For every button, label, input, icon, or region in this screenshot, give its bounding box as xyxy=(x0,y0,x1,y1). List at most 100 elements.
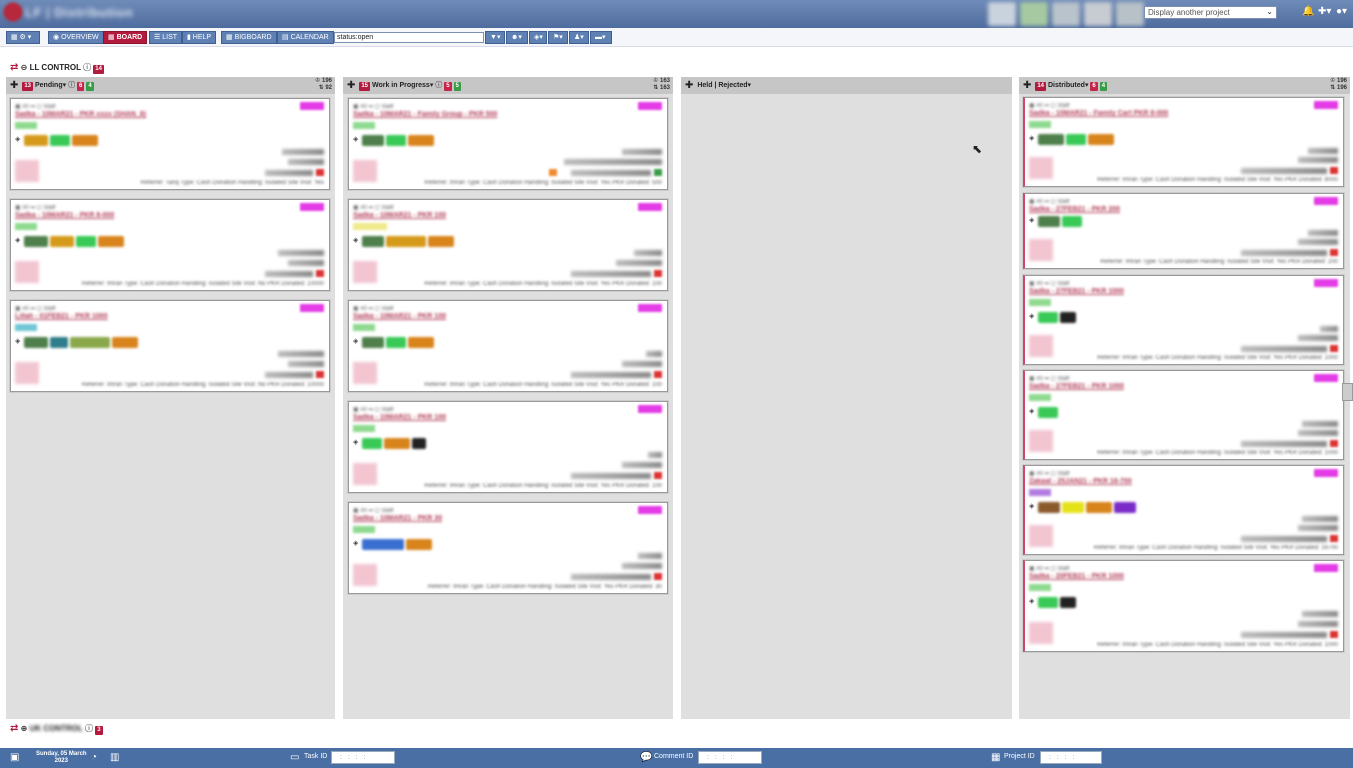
info-icon[interactable]: ⓘ xyxy=(85,724,93,733)
card-title[interactable]: Sadka - 10MAR21 - Family Group - PKR 500 xyxy=(353,111,497,118)
card-progress xyxy=(1241,441,1327,447)
card-title[interactable]: Sadka - 20FEB21 - PKR 1000 xyxy=(1029,573,1124,580)
tag-chip xyxy=(1060,597,1077,608)
dashboard-icon[interactable]: ◔ xyxy=(91,752,97,763)
folder-filter-button[interactable]: ▬▾ xyxy=(590,31,612,44)
task-card[interactable]: ▣ #0 ▪▪ ◻ Staff Sadka - 10MAR21 - PKR 10… xyxy=(348,199,668,291)
card-title[interactable]: Sadka - 10MAR21 - PKR 100 xyxy=(353,313,446,320)
card-title[interactable]: Sadka - 27FEB21 - PKR 200 xyxy=(1029,206,1120,213)
app-logo-icon[interactable] xyxy=(4,3,22,21)
task-id-input[interactable]: : : : : xyxy=(331,751,395,764)
card-assignee xyxy=(638,553,662,559)
project-thumbnail[interactable] xyxy=(1052,2,1080,26)
project-select[interactable]: Display another project ⌄ xyxy=(1144,6,1277,19)
task-card[interactable]: ▣ #0 ▪▪ ◻ Staff Sadka - 27FEB21 - PKR 10… xyxy=(1023,275,1344,365)
swap-icon[interactable]: ⇄ xyxy=(10,723,18,734)
project-thumbnail[interactable] xyxy=(1084,2,1112,26)
card-title[interactable]: Sadka - 10MAR21 - Family Cart PKR 8-000 xyxy=(1029,110,1168,117)
add-card-icon[interactable]: ✚ xyxy=(347,80,355,91)
column-title[interactable]: Held | Rejected xyxy=(697,82,747,89)
priority-label xyxy=(1314,197,1338,205)
project-thumbnail[interactable] xyxy=(1116,2,1144,26)
board-button[interactable]: ▦ BOARD xyxy=(103,31,148,44)
add-card-icon[interactable]: ✚ xyxy=(1023,80,1031,91)
info-icon[interactable]: ⓘ xyxy=(83,63,91,72)
card-title[interactable]: Sadka - 10MAR21 - PKR xxxx (SHAN_8) xyxy=(15,111,146,118)
project-thumbnail[interactable] xyxy=(988,2,1016,26)
column-title[interactable]: Work in Progress xyxy=(372,82,430,89)
card-title[interactable]: Sadka - 27FEB21 - PKR 1000 xyxy=(1029,288,1124,295)
card-assignee xyxy=(278,351,324,357)
flag-filter-button[interactable]: ⚑▾ xyxy=(548,31,568,44)
bigboard-button[interactable]: ▦ BIGBOARD xyxy=(221,31,277,44)
swimlane-title: UK CONTROL xyxy=(29,724,83,733)
swimlane-header[interactable]: ⇄ ⊕ UK CONTROL ⓘ 3 xyxy=(10,723,103,737)
card-title[interactable]: Sadka - 10MAR21 - PKR 30 xyxy=(353,515,442,522)
add-card-icon[interactable]: ✚ xyxy=(685,80,693,91)
task-card[interactable]: ▣ #0 ▪▪ ◻ Staff Sadka - 10MAR21 - PKR xx… xyxy=(10,98,330,190)
task-icon: ▭ xyxy=(290,752,300,763)
info-icon[interactable]: ⓘ xyxy=(68,82,75,89)
card-title[interactable]: Sadka - 27FEB21 - PKR 1000 xyxy=(1029,383,1124,390)
task-card[interactable]: ▣ #0 ▪▪ ◻ Staff Sadka - 10MAR21 - PKR 10… xyxy=(348,401,668,493)
card-tags: ◈ xyxy=(353,438,427,449)
card-title[interactable]: Lillah - 01FEB21 - PKR 1000 xyxy=(15,313,108,320)
task-card[interactable]: ▣ #0 ▪▪ ◻ Staff Zakaat - 25JAN21 - PKR 1… xyxy=(1023,465,1344,555)
tag-filter-button[interactable]: ◈▾ xyxy=(529,31,547,44)
task-card[interactable]: ▣ #0 ▪▪ ◻ Staff Sadka - 10MAR21 - PKR 30… xyxy=(348,502,668,594)
person-filter-button[interactable]: ♟▾ xyxy=(569,31,589,44)
expand-icon[interactable]: ⊕ xyxy=(21,724,28,733)
book-icon[interactable]: ▥ xyxy=(110,752,119,763)
comment-count-badge xyxy=(1330,535,1338,542)
chevron-down-icon[interactable]: ▾ xyxy=(748,82,752,89)
column-title[interactable]: Pending xyxy=(35,82,63,89)
users-filter-button[interactable]: ☻▾ xyxy=(506,31,528,44)
plus-icon[interactable]: ✚▾ xyxy=(1318,6,1331,17)
help-button[interactable]: ▮ HELP xyxy=(182,31,217,44)
swimlane-header[interactable]: ⇄ ⊖ LL CONTROL ⓘ 14 xyxy=(10,62,104,76)
task-card[interactable]: ▣ #0 ▪▪ ◻ Staff Sadka - 27FEB21 - PKR 10… xyxy=(1023,370,1344,460)
scrollbar-handle[interactable] xyxy=(1342,383,1353,401)
card-thumbnail xyxy=(15,160,39,182)
card-title[interactable]: Zakaat - 25JAN21 - PKR 16-700 xyxy=(1029,478,1132,485)
task-card[interactable]: ▣ #0 ▪▪ ◻ Staff Lillah - 01FEB21 - PKR 1… xyxy=(10,300,330,392)
task-card[interactable]: ▣ #0 ▪▪ ◻ Staff Sadka - 10MAR21 - PKR 10… xyxy=(348,300,668,392)
priority-label xyxy=(638,304,662,312)
card-progress xyxy=(265,170,313,176)
swap-icon[interactable]: ⇄ xyxy=(10,62,18,73)
column-title[interactable]: Distributed xyxy=(1048,82,1085,89)
task-card[interactable]: ▣ #0 ▪▪ ◻ Staff Sadka - 10MAR21 - Family… xyxy=(1023,97,1344,187)
calendar-button[interactable]: ▤ CALENDAR xyxy=(277,31,334,44)
task-card[interactable]: ▣ #0 ▪▪ ◻ Staff Sadka - 27FEB21 - PKR 20… xyxy=(1023,193,1344,269)
card-thumbnail xyxy=(15,362,39,384)
column-stats: ♔ 196 ⇅ 196 xyxy=(1329,78,1347,91)
collapse-icon[interactable]: ⊖ xyxy=(21,63,28,72)
user-profile-icon[interactable]: ▣ xyxy=(10,752,19,763)
overview-button[interactable]: ◉ OVERVIEW xyxy=(48,31,104,44)
add-card-icon[interactable]: ✚ xyxy=(10,80,18,91)
view-menu-button[interactable]: ▦ ⚙ ▾ xyxy=(6,31,40,44)
task-card[interactable]: ▣ #0 ▪▪ ◻ Staff Sadka - 20FEB21 - PKR 10… xyxy=(1023,560,1344,652)
category-tag xyxy=(15,223,37,230)
task-card[interactable]: ▣ #0 ▪▪ ◻ Staff Sadka - 10MAR21 - Family… xyxy=(348,98,668,190)
card-thumbnail xyxy=(353,362,377,384)
chevron-down-icon[interactable]: ▾ xyxy=(63,82,67,89)
card-title[interactable]: Sadka - 10MAR21 - PKR 100 xyxy=(353,212,446,219)
project-id-input[interactable]: : : : : xyxy=(1040,751,1102,764)
bell-icon[interactable]: 🔔 xyxy=(1302,6,1314,17)
card-footer: Referrer: Imran Type: Cash Donation Hand… xyxy=(1093,545,1338,551)
card-title[interactable]: Sadka - 10MAR21 - PKR 100 xyxy=(353,414,446,421)
card-title[interactable]: Sadka - 10MAR21 - PKR 8-000 xyxy=(15,212,114,219)
user-menu-icon[interactable]: ●▾ xyxy=(1336,6,1347,17)
comment-id-input[interactable]: : : : : xyxy=(698,751,762,764)
card-meta: ▣ #0 ▪▪ ◻ Staff xyxy=(15,306,56,312)
project-thumbnail[interactable] xyxy=(1020,2,1048,26)
info-icon[interactable]: ⓘ xyxy=(435,82,442,89)
search-input[interactable] xyxy=(334,32,484,43)
filter-button[interactable]: ▼▾ xyxy=(485,31,505,44)
list-button[interactable]: ☰ LIST xyxy=(149,31,183,44)
chevron-down-icon[interactable]: ▾ xyxy=(430,82,434,89)
card-tags: ◈ xyxy=(1029,597,1077,608)
chevron-down-icon[interactable]: ▾ xyxy=(1085,82,1089,89)
task-card[interactable]: ▣ #0 ▪▪ ◻ Staff Sadka - 10MAR21 - PKR 8-… xyxy=(10,199,330,291)
